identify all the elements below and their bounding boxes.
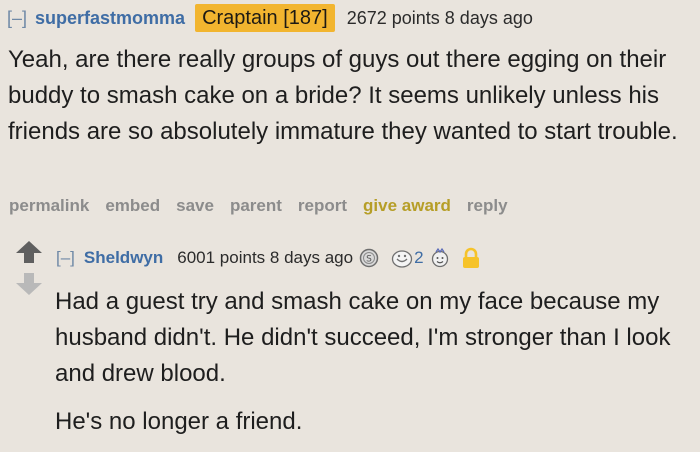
award-count: 2: [414, 248, 424, 267]
comment-body: Yeah, are there really groups of guys ou…: [8, 42, 696, 150]
reply-button[interactable]: reply: [467, 196, 508, 216]
score-value: 6001 points: [177, 248, 266, 267]
silver-coin-icon[interactable]: S: [359, 248, 379, 268]
save-button[interactable]: save: [176, 196, 214, 216]
parent-button[interactable]: parent: [230, 196, 282, 216]
embed-button[interactable]: embed: [105, 196, 160, 216]
wholesome-award-icon[interactable]: [429, 247, 451, 269]
timestamp[interactable]: 8 days ago: [270, 248, 353, 267]
score-text: 2672 points 8 days ago: [347, 8, 533, 29]
comment-paragraph: Had a guest try and smash cake on my fac…: [55, 288, 671, 387]
permalink-button[interactable]: permalink: [9, 196, 89, 216]
author-link[interactable]: superfastmomma: [35, 8, 185, 29]
upvote-arrow-icon[interactable]: [16, 241, 42, 263]
child-comment: [–] Sheldwyn 6001 points 8 days ago S 2: [0, 236, 700, 435]
comment-paragraph: Yeah, are there really groups of guys ou…: [8, 46, 678, 145]
child-tagline: [–] Sheldwyn 6001 points 8 days ago S 2: [56, 245, 481, 271]
author-link[interactable]: Sheldwyn: [84, 248, 163, 268]
give-award-button[interactable]: give award: [363, 196, 451, 216]
score-text: 6001 points 8 days ago: [177, 248, 353, 268]
svg-text:S: S: [366, 255, 372, 265]
collapse-toggle[interactable]: [–]: [56, 248, 75, 268]
report-button[interactable]: report: [298, 196, 347, 216]
score-value: 2672 points: [346, 7, 440, 28]
lock-icon: [462, 247, 479, 268]
comment-paragraph: He's no longer a friend.: [55, 408, 303, 435]
comment-body: Had a guest try and smash cake on my fac…: [55, 284, 695, 452]
user-flair: Craptain [187]: [195, 4, 335, 32]
comment-actions: permalink embed save parent report give …: [9, 196, 508, 216]
parent-tagline: [–] superfastmomma Craptain [187] 2672 p…: [7, 4, 533, 32]
collapse-toggle[interactable]: [–]: [7, 8, 27, 29]
helpful-award-icon[interactable]: [391, 248, 413, 268]
timestamp[interactable]: 8 days ago: [445, 8, 533, 28]
downvote-arrow-icon[interactable]: [16, 273, 42, 295]
